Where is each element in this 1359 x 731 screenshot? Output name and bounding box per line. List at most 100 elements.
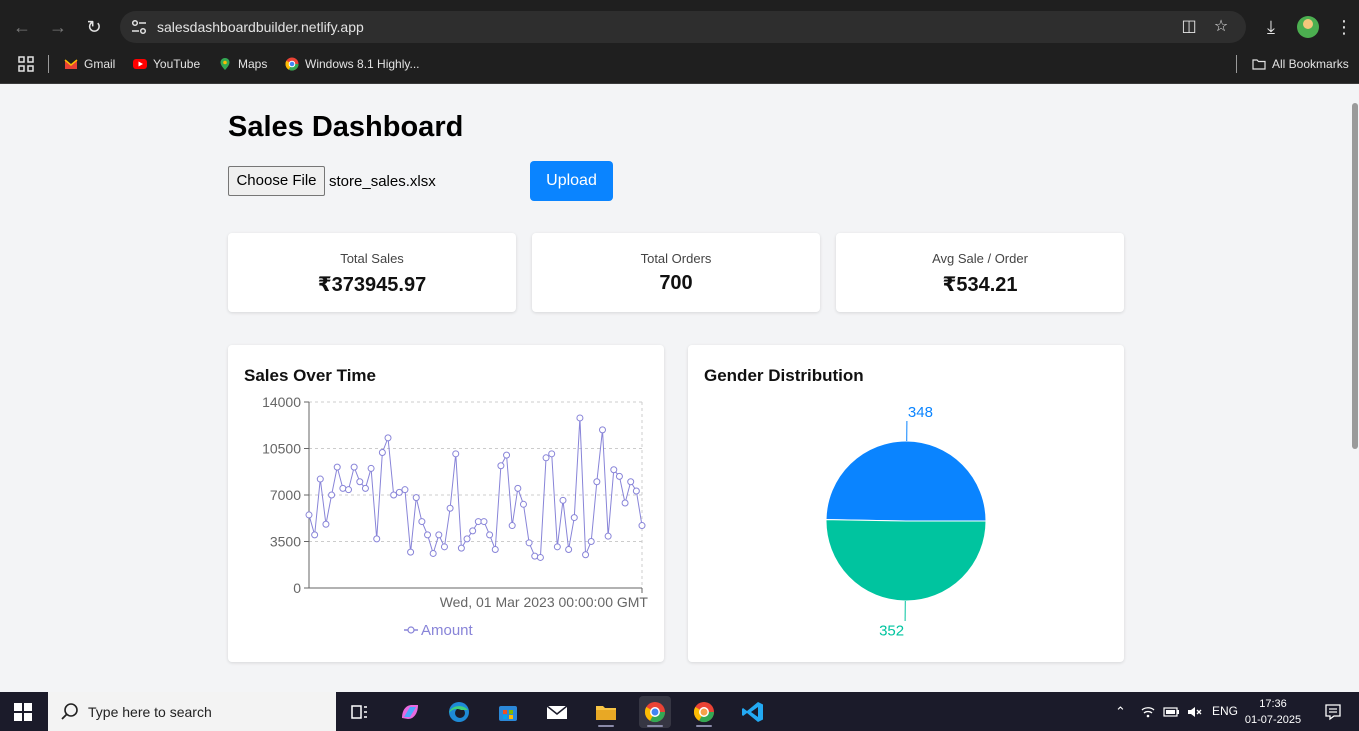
search-placeholder: Type here to search [88, 704, 212, 720]
data-point [424, 531, 432, 539]
data-point [390, 491, 398, 499]
stat-label: Total Sales [340, 251, 404, 266]
data-point [452, 450, 460, 458]
mail-icon[interactable] [541, 696, 573, 728]
data-point [587, 538, 595, 545]
all-bookmarks[interactable]: All Bookmarks [1252, 56, 1349, 72]
data-point [491, 545, 499, 553]
choose-file-button[interactable]: Choose File [228, 166, 325, 196]
data-point [627, 478, 635, 486]
upload-button[interactable]: Upload [530, 161, 613, 201]
data-point [559, 496, 567, 504]
windows-start-icon[interactable] [14, 703, 32, 721]
bookmark-gmail[interactable]: Gmail [64, 56, 115, 72]
data-point [604, 532, 612, 540]
data-point [531, 552, 539, 560]
apps-grid-icon[interactable] [18, 56, 34, 72]
wifi-icon[interactable] [1140, 704, 1156, 720]
vscode-icon[interactable] [737, 696, 769, 728]
legend-marker-dot [407, 626, 415, 634]
data-point [542, 454, 550, 462]
window-titlebar [0, 0, 1359, 10]
data-point [418, 518, 426, 526]
y-tick-label: 0 [293, 580, 301, 596]
running-indicator [647, 725, 663, 727]
data-point [350, 463, 358, 471]
data-point [480, 518, 488, 526]
data-point [525, 539, 533, 547]
data-point [311, 531, 319, 539]
address-bar[interactable]: salesdashboardbuilder.netlify.app ◫ ☆ [120, 11, 1246, 43]
data-point [361, 484, 369, 492]
bookmark-maps[interactable]: Maps [218, 56, 267, 72]
store-icon[interactable] [492, 696, 524, 728]
windows-taskbar: Type here to search ⌃ ENG 17:36 01-07-20… [0, 692, 1359, 731]
data-point [440, 543, 448, 551]
copilot-icon[interactable] [394, 696, 426, 728]
data-point [632, 487, 640, 495]
data-point [582, 551, 590, 559]
clock-time: 17:36 [1259, 698, 1287, 710]
page-scrollbar[interactable] [1351, 85, 1359, 692]
scrollbar-thumb[interactable] [1352, 103, 1358, 449]
volume-muted-icon[interactable] [1186, 704, 1202, 720]
y-tick-label: 3500 [270, 534, 301, 550]
data-point [621, 499, 629, 507]
data-point [333, 463, 341, 471]
bookmark-star-icon[interactable]: ☆ [1212, 18, 1230, 36]
line-chart: 0 3500 7000 10500 14000 Wed, 01 Mar 2023 00:0… [262, 394, 648, 639]
bookmark-windows[interactable]: Windows 8.1 Highly... [285, 56, 420, 72]
notifications-icon[interactable] [1324, 703, 1342, 721]
data-point [570, 514, 578, 522]
data-point [328, 491, 336, 499]
install-app-icon[interactable]: ◫ [1180, 18, 1198, 36]
clock-date: 01-07-2025 [1244, 714, 1302, 726]
language-indicator[interactable]: ENG [1212, 704, 1238, 718]
bookmarks-separator [48, 55, 49, 73]
battery-icon[interactable] [1162, 704, 1180, 720]
data-point [474, 518, 482, 526]
maps-icon [220, 58, 230, 70]
chrome-profile-icon[interactable] [688, 696, 720, 728]
pie-slice-label: 352 [879, 622, 904, 639]
url-text[interactable]: salesdashboardbuilder.netlify.app [157, 19, 364, 35]
reload-icon[interactable]: ↻ [82, 15, 106, 39]
data-point [638, 522, 646, 530]
bookmark-youtube[interactable]: YouTube [133, 56, 200, 72]
stat-label: Total Orders [640, 251, 712, 266]
data-point [553, 543, 561, 551]
stat-value: 700 [659, 272, 693, 294]
stat-card-total-sales: Total Sales ₹373945.97 [228, 233, 516, 312]
back-icon[interactable]: ← [10, 15, 34, 39]
edge-icon[interactable] [443, 696, 475, 728]
profile-avatar[interactable] [1297, 16, 1319, 38]
download-icon[interactable]: ⤓ [1259, 15, 1283, 39]
data-point [378, 448, 386, 456]
data-point [412, 494, 420, 502]
data-point [457, 544, 465, 552]
data-point [446, 504, 454, 512]
pie-slice [825, 519, 987, 602]
stat-value: ₹534.21 [942, 274, 1018, 296]
menu-kebab-icon[interactable]: ⋮ [1332, 15, 1356, 39]
chrome-taskbar-icon[interactable] [639, 696, 671, 728]
bookmarks-separator [1236, 55, 1237, 73]
data-point [429, 549, 437, 557]
forward-icon[interactable]: → [46, 15, 70, 39]
stat-card-avg-sale: Avg Sale / Order ₹534.21 [836, 233, 1124, 312]
taskbar-search[interactable]: Type here to search [48, 692, 336, 731]
data-point [322, 520, 330, 528]
data-point [598, 426, 606, 434]
tray-chevron-icon[interactable]: ⌃ [1115, 704, 1126, 720]
data-point [401, 486, 409, 494]
taskbar-clock[interactable]: 17:36 01-07-2025 [1242, 696, 1304, 728]
page-title: Sales Dashboard [228, 111, 464, 143]
data-point [367, 464, 375, 472]
task-view-icon[interactable] [343, 696, 375, 728]
site-info-icon[interactable] [130, 18, 148, 36]
data-point [486, 531, 494, 539]
running-indicator [696, 725, 712, 727]
file-explorer-icon[interactable] [590, 696, 622, 728]
data-point [339, 484, 347, 492]
gender-distribution-card: Gender Distribution 348 352 [688, 345, 1124, 662]
